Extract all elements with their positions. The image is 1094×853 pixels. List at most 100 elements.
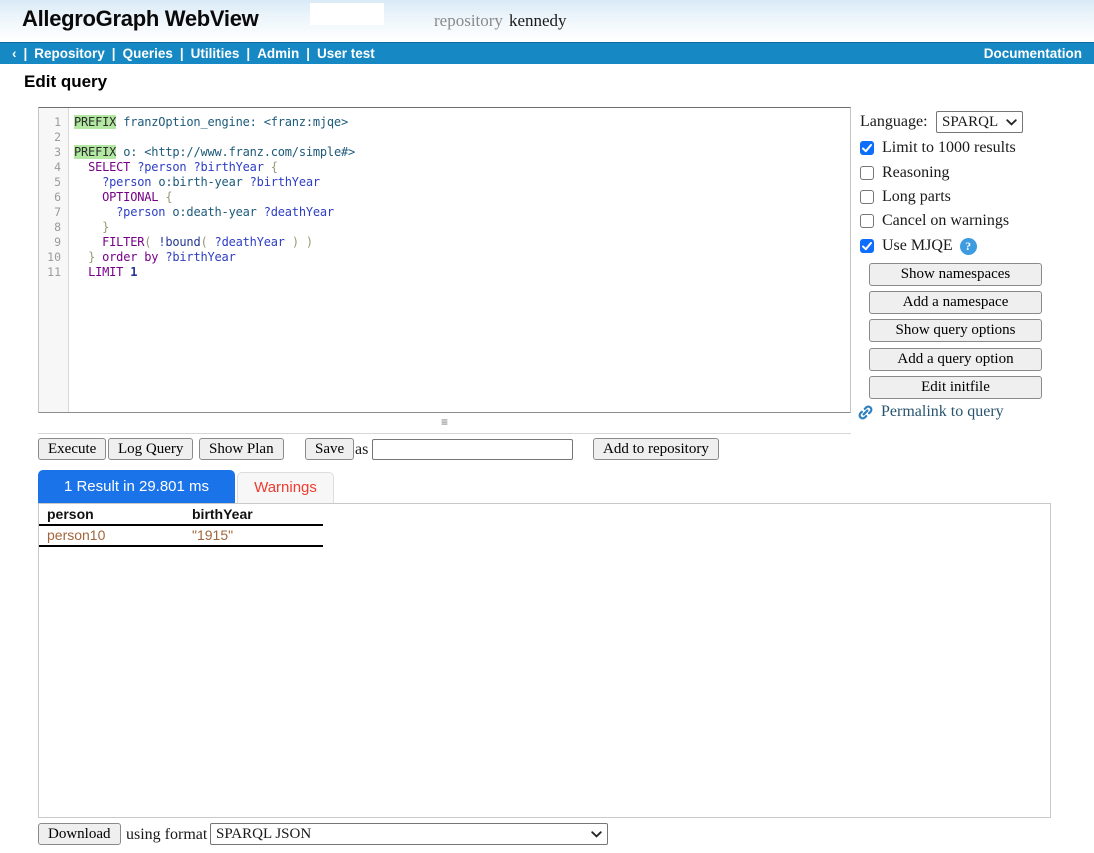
code-token — [257, 115, 264, 129]
tab-warnings[interactable]: Warnings — [237, 472, 334, 504]
code-token — [74, 190, 102, 204]
checkbox-row-long-parts: Long parts — [860, 187, 951, 207]
chevron-down-icon — [591, 831, 602, 838]
code-line[interactable]: ?person o:birth-year ?birthYear — [74, 175, 850, 190]
code-token: OPTIONAL — [102, 190, 158, 204]
code-token: ?person — [116, 205, 165, 219]
code-token: 1 — [130, 265, 137, 279]
chain-link-icon — [857, 404, 874, 421]
nav-documentation-link[interactable]: Documentation — [984, 46, 1082, 61]
log-query-button[interactable]: Log Query — [108, 438, 193, 460]
code-token: ?birthYear — [165, 250, 235, 264]
results-table: person birthYear person10 "1915" — [39, 505, 323, 547]
code-token — [74, 220, 102, 234]
code-token: ) — [306, 235, 313, 249]
allegrograph-webview-app: AllegroGraph WebView repositorykennedy ‹… — [0, 0, 1094, 853]
result-cell-person[interactable]: person10 — [39, 525, 184, 546]
show-plan-button[interactable]: Show Plan — [199, 438, 284, 460]
main-navbar: ‹ | Repository | Queries | Utilities | A… — [0, 42, 1094, 64]
show-query-options-button[interactable]: Show query options — [869, 319, 1042, 342]
code-token: ) — [292, 235, 299, 249]
language-select[interactable]: SPARQL — [936, 111, 1023, 133]
code-line[interactable]: LIMIT 1 — [74, 265, 850, 280]
nav-separator: | — [180, 46, 184, 61]
save-button[interactable]: Save — [305, 438, 354, 460]
line-number: 8 — [39, 220, 68, 235]
add-a-query-option-button[interactable]: Add a query option — [869, 348, 1042, 371]
code-line[interactable]: OPTIONAL { — [74, 190, 850, 205]
code-token — [74, 235, 102, 249]
cancel-on-warnings-checkbox[interactable] — [860, 214, 874, 228]
code-token: { — [271, 160, 278, 174]
limit-results-label: Limit to 1000 results — [882, 139, 1016, 157]
code-token — [74, 160, 88, 174]
code-token — [208, 235, 215, 249]
code-line[interactable]: } order by ?birthYear — [74, 250, 850, 265]
code-token: !bound — [158, 235, 200, 249]
repository-indicator: repository kennedy — [434, 11, 567, 31]
code-line[interactable]: ?person o:death-year ?deathYear — [74, 205, 850, 220]
save-name-input[interactable] — [372, 439, 573, 460]
add-to-repository-button[interactable]: Add to repository — [593, 438, 719, 460]
language-value: SPARQL — [942, 114, 998, 131]
code-line[interactable]: SELECT ?person ?birthYear { — [74, 160, 850, 175]
execute-button[interactable]: Execute — [38, 438, 106, 460]
code-token: PREFIX — [74, 115, 116, 129]
code-token: ( — [200, 235, 207, 249]
show-namespaces-button[interactable]: Show namespaces — [869, 263, 1042, 286]
editor-code[interactable]: PREFIX franzOption_engine: <franz:mjqe> … — [69, 108, 850, 412]
nav-item-repository[interactable]: Repository — [34, 46, 105, 61]
code-token: FILTER — [102, 235, 144, 249]
line-number: 2 — [39, 130, 68, 145]
line-number: 9 — [39, 235, 68, 250]
long-parts-checkbox[interactable] — [860, 190, 874, 204]
help-icon[interactable]: ? — [960, 238, 977, 255]
add-a-namespace-button[interactable]: Add a namespace — [869, 291, 1042, 314]
cancel-on-warnings-label: Cancel on warnings — [882, 212, 1009, 230]
code-token: ?birthYear — [250, 175, 320, 189]
repository-name: kennedy — [509, 11, 567, 30]
code-token: ?deathYear — [215, 235, 285, 249]
download-button[interactable]: Download — [38, 823, 121, 845]
code-token: ?deathYear — [264, 205, 334, 219]
code-line[interactable]: FILTER( !bound( ?deathYear ) ) — [74, 235, 850, 250]
code-token — [74, 205, 116, 219]
page-title: Edit query — [24, 72, 107, 92]
download-format-select[interactable]: SPARQL JSON — [210, 823, 608, 845]
nav-separator: | — [246, 46, 250, 61]
code-line[interactable]: PREFIX franzOption_engine: <franz:mjqe> — [74, 115, 850, 130]
nav-item-admin[interactable]: Admin — [257, 46, 299, 61]
code-line[interactable] — [74, 130, 850, 145]
nav-separator: | — [306, 46, 310, 61]
line-number: 4 — [39, 160, 68, 175]
app-header: AllegroGraph WebView repositorykennedy — [0, 0, 1094, 42]
editor-resize-handle[interactable]: ≡ — [38, 413, 851, 434]
query-editor[interactable]: 1234567891011 PREFIX franzOption_engine:… — [38, 107, 851, 413]
code-token: o:birth-year — [158, 175, 242, 189]
code-token: LIMIT — [88, 265, 123, 279]
repository-label: repository — [434, 11, 503, 30]
limit-results-checkbox[interactable] — [860, 141, 874, 155]
nav-separator: | — [112, 46, 116, 61]
code-token: SELECT — [88, 160, 130, 174]
nav-separator: | — [24, 46, 28, 61]
use-mjqe-checkbox[interactable] — [860, 239, 874, 253]
edit-initfile-button[interactable]: Edit initfile — [869, 376, 1042, 399]
column-header-birthyear: birthYear — [184, 505, 323, 525]
nav-item-utilities[interactable]: Utilities — [191, 46, 240, 61]
code-token — [299, 235, 306, 249]
permalink-to-query-link[interactable]: Permalink to query — [857, 403, 1004, 421]
reasoning-checkbox[interactable] — [860, 166, 874, 180]
code-line[interactable]: } — [74, 220, 850, 235]
code-line[interactable]: PREFIX o: <http://www.franz.com/simple#> — [74, 145, 850, 160]
code-token — [243, 175, 250, 189]
code-token: o: — [123, 145, 137, 159]
tab-results[interactable]: 1 Result in 29.801 ms — [38, 470, 235, 504]
nav-item-user-test[interactable]: User test — [317, 46, 375, 61]
permalink-label: Permalink to query — [881, 403, 1004, 421]
nav-item-queries[interactable]: Queries — [123, 46, 173, 61]
download-format-value: SPARQL JSON — [216, 826, 311, 843]
back-chevron-icon[interactable]: ‹ — [12, 46, 17, 61]
checkbox-row-cancel-on-warnings: Cancel on warnings — [860, 211, 1009, 231]
results-panel: person birthYear person10 "1915" — [38, 503, 1051, 818]
